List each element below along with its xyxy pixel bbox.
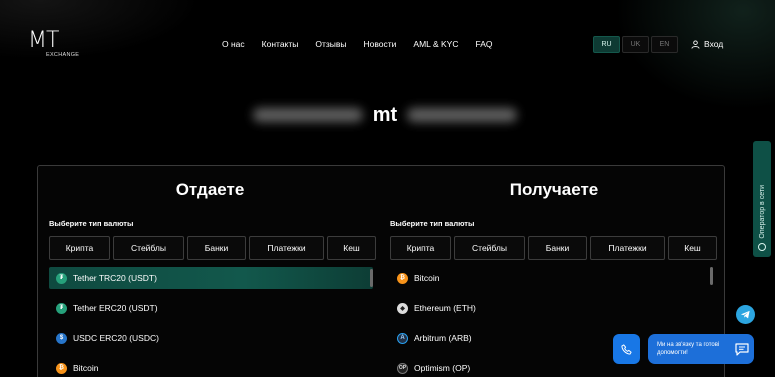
chat-message: Ми на зв'язку та готові допомогти! <box>657 342 720 356</box>
hero-visible-word: mt <box>372 103 398 126</box>
tether-icon: ₮ <box>56 302 67 314</box>
nav-link-aml-kyc[interactable]: AML & KYC <box>413 39 458 49</box>
give-item-tether-trc20[interactable]: ₮ Tether TRC20 (USDT) <box>49 267 373 289</box>
operator-online-label: Оператор в сети <box>758 185 766 239</box>
user-icon <box>691 39 700 49</box>
nav-link-news[interactable]: Новости <box>364 39 397 49</box>
main-nav: О нас Контакты Отзывы Новости AML & KYC … <box>222 39 509 49</box>
nav-link-about[interactable]: О нас <box>222 39 245 49</box>
language-en[interactable]: EN <box>651 36 678 53</box>
chat-icon <box>735 342 749 356</box>
call-button[interactable] <box>613 334 640 364</box>
receive-tab-cash[interactable]: Кеш <box>668 236 717 260</box>
bitcoin-icon: ₿ <box>56 362 67 374</box>
receive-item-label: Bitcoin <box>414 273 440 283</box>
give-currency-list: ₮ Tether TRC20 (USDT) ₮ Tether ERC20 (US… <box>49 267 373 377</box>
logo-mark: MT <box>28 28 59 53</box>
login-button[interactable]: Вход <box>691 39 723 49</box>
give-type-label: Выберите тип валюты <box>49 219 134 228</box>
online-status-icon <box>758 243 766 251</box>
receive-tab-banks[interactable]: Банки <box>528 236 587 260</box>
give-item-label: Tether TRC20 (USDT) <box>73 273 157 283</box>
login-label: Вход <box>704 39 724 49</box>
telegram-icon <box>740 310 750 319</box>
give-item-tether-erc20[interactable]: ₮ Tether ERC20 (USDT) <box>49 297 373 319</box>
receive-currency-tabs: Крипта Стейблы Банки Платежки Кеш <box>390 236 717 260</box>
give-tab-stables[interactable]: Стейблы <box>113 236 184 260</box>
give-item-label: Bitcoin <box>73 363 99 373</box>
receive-item-label: Ethereum (ETH) <box>414 303 476 313</box>
arbitrum-icon: A <box>397 332 408 344</box>
language-ru[interactable]: RU <box>593 36 620 53</box>
operator-online-tab[interactable]: Оператор в сети <box>753 141 771 257</box>
give-item-usdc-erc20[interactable]: $ USDC ERC20 (USDC) <box>49 327 373 349</box>
give-title: Отдаете <box>175 180 245 199</box>
nav-link-faq[interactable]: FAQ <box>475 39 492 49</box>
usdc-icon: $ <box>56 332 67 344</box>
receive-item-ethereum[interactable]: ◆ Ethereum (ETH) <box>390 297 714 319</box>
logo-subtitle: EXCHANGE <box>46 52 80 58</box>
language-uk[interactable]: UK <box>622 36 649 53</box>
ethereum-icon: ◆ <box>397 302 408 314</box>
receive-tab-stables[interactable]: Стейблы <box>454 236 525 260</box>
give-item-label: Tether ERC20 (USDT) <box>73 303 158 313</box>
nav-link-contacts[interactable]: Контакты <box>262 39 299 49</box>
blurred-text-left <box>252 108 363 122</box>
give-item-bitcoin[interactable]: ₿ Bitcoin <box>49 357 373 377</box>
receive-list-scrollbar[interactable] <box>710 267 713 285</box>
logo[interactable]: MT EXCHANGE <box>28 30 84 60</box>
receive-item-bitcoin[interactable]: ₿ Bitcoin <box>390 267 714 289</box>
give-tab-banks[interactable]: Банки <box>187 236 246 260</box>
give-item-label: USDC ERC20 (USDC) <box>73 333 159 343</box>
give-tab-cash[interactable]: Кеш <box>327 236 376 260</box>
background-glow-right <box>615 0 775 110</box>
hero-title: mt <box>245 102 525 128</box>
tether-icon: ₮ <box>56 272 67 284</box>
give-tab-crypto[interactable]: Крипта <box>49 236 110 260</box>
chat-widget-button[interactable]: Ми на зв'язку та готові допомогти! <box>648 334 754 364</box>
bitcoin-icon: ₿ <box>397 272 408 284</box>
language-switcher: RU UK EN <box>593 36 678 53</box>
receive-tab-payments[interactable]: Платежки <box>590 236 665 260</box>
receive-item-label: Arbitrum (ARB) <box>414 333 472 343</box>
optimism-icon: OP <box>397 362 408 374</box>
nav-link-reviews[interactable]: Отзывы <box>315 39 346 49</box>
telegram-button[interactable] <box>736 305 755 324</box>
give-list-scrollbar[interactable] <box>370 269 373 287</box>
receive-title: Получаете <box>509 180 599 199</box>
give-currency-tabs: Крипта Стейблы Банки Платежки Кеш <box>49 236 376 260</box>
receive-type-label: Выберите тип валюты <box>390 219 475 228</box>
blurred-text-right <box>407 108 518 122</box>
give-tab-payments[interactable]: Платежки <box>249 236 324 260</box>
phone-icon <box>621 343 632 355</box>
receive-item-label: Optimism (OP) <box>414 363 471 373</box>
receive-tab-crypto[interactable]: Крипта <box>390 236 451 260</box>
